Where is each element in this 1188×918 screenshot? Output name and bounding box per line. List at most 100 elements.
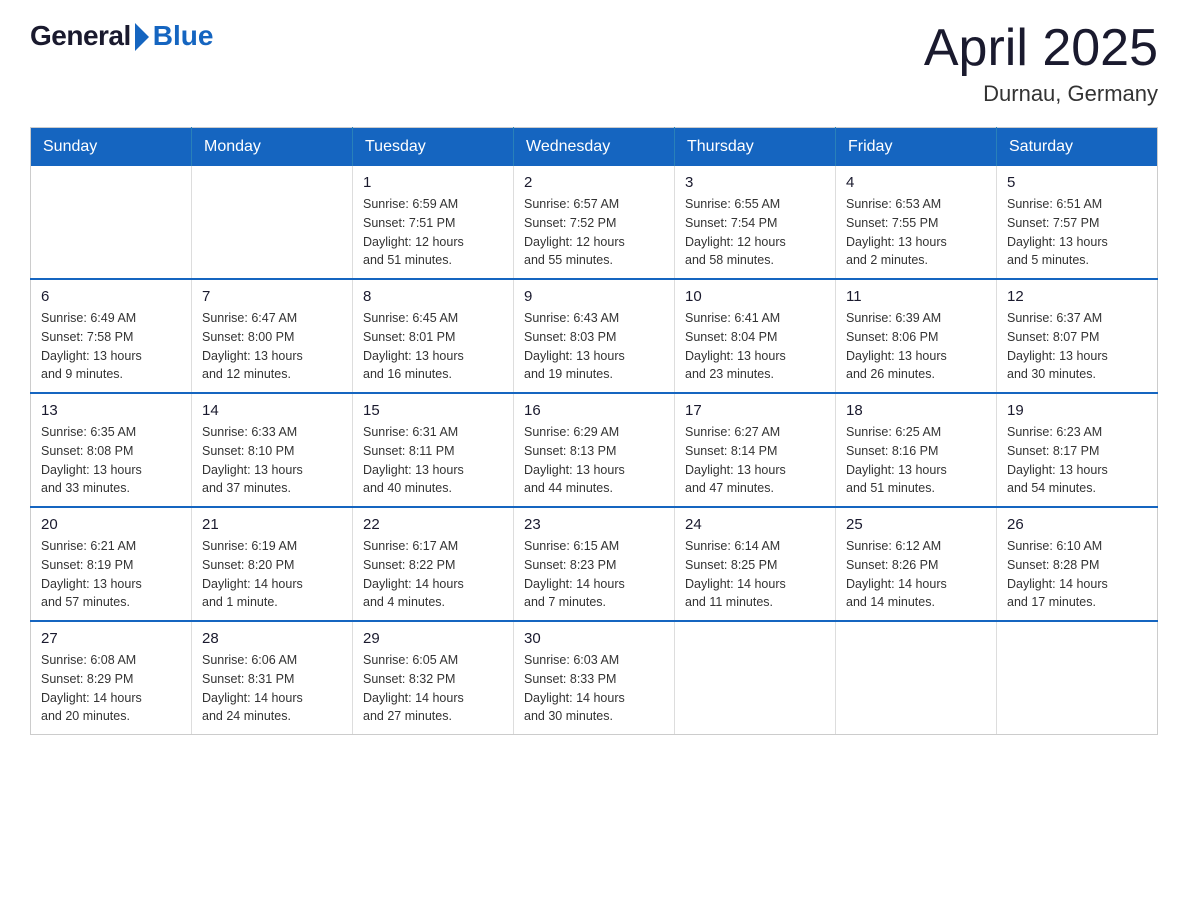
location: Durnau, Germany <box>924 81 1158 107</box>
day-number: 27 <box>41 630 181 647</box>
day-number: 22 <box>363 516 503 533</box>
calendar-cell: 29 Sunrise: 6:05 AMSunset: 8:32 PMDayligh… <box>353 621 514 735</box>
day-info: Sunrise: 6:27 AMSunset: 8:14 PMDaylight:… <box>685 423 825 498</box>
day-info: Sunrise: 6:10 AMSunset: 8:28 PMDaylight:… <box>1007 537 1147 612</box>
day-number: 30 <box>524 630 664 647</box>
calendar-cell: 5 Sunrise: 6:51 AMSunset: 7:57 PMDaylight… <box>997 166 1158 279</box>
day-number: 4 <box>846 174 986 191</box>
calendar-week-row: 6 Sunrise: 6:49 AMSunset: 7:58 PMDaylight… <box>31 279 1158 393</box>
calendar-day-header: Friday <box>836 128 997 167</box>
day-number: 23 <box>524 516 664 533</box>
calendar-cell: 27 Sunrise: 6:08 AMSunset: 8:29 PMDayligh… <box>31 621 192 735</box>
day-info: Sunrise: 6:43 AMSunset: 8:03 PMDaylight:… <box>524 309 664 384</box>
day-number: 2 <box>524 174 664 191</box>
calendar-day-header: Saturday <box>997 128 1158 167</box>
day-info: Sunrise: 6:21 AMSunset: 8:19 PMDaylight:… <box>41 537 181 612</box>
day-info: Sunrise: 6:17 AMSunset: 8:22 PMDaylight:… <box>363 537 503 612</box>
day-info: Sunrise: 6:55 AMSunset: 7:54 PMDaylight:… <box>685 195 825 270</box>
day-number: 21 <box>202 516 342 533</box>
day-info: Sunrise: 6:41 AMSunset: 8:04 PMDaylight:… <box>685 309 825 384</box>
day-info: Sunrise: 6:31 AMSunset: 8:11 PMDaylight:… <box>363 423 503 498</box>
day-number: 28 <box>202 630 342 647</box>
calendar-cell: 4 Sunrise: 6:53 AMSunset: 7:55 PMDaylight… <box>836 166 997 279</box>
calendar-cell: 22 Sunrise: 6:17 AMSunset: 8:22 PMDayligh… <box>353 507 514 621</box>
calendar-cell: 28 Sunrise: 6:06 AMSunset: 8:31 PMDayligh… <box>192 621 353 735</box>
calendar-cell: 16 Sunrise: 6:29 AMSunset: 8:13 PMDayligh… <box>514 393 675 507</box>
calendar-cell: 15 Sunrise: 6:31 AMSunset: 8:11 PMDayligh… <box>353 393 514 507</box>
calendar-cell <box>31 166 192 279</box>
day-info: Sunrise: 6:05 AMSunset: 8:32 PMDaylight:… <box>363 651 503 726</box>
logo-general-text: General <box>30 20 131 52</box>
day-info: Sunrise: 6:03 AMSunset: 8:33 PMDaylight:… <box>524 651 664 726</box>
calendar-cell: 10Sunrise: 6:41 AMSunset: 8:04 PMDayligh… <box>675 279 836 393</box>
day-info: Sunrise: 6:45 AMSunset: 8:01 PMDaylight:… <box>363 309 503 384</box>
day-number: 11 <box>846 288 986 305</box>
day-number: 16 <box>524 402 664 419</box>
day-info: Sunrise: 6:08 AMSunset: 8:29 PMDaylight:… <box>41 651 181 726</box>
day-info: Sunrise: 6:51 AMSunset: 7:57 PMDaylight:… <box>1007 195 1147 270</box>
day-info: Sunrise: 6:57 AMSunset: 7:52 PMDaylight:… <box>524 195 664 270</box>
calendar-cell <box>675 621 836 735</box>
day-info: Sunrise: 6:25 AMSunset: 8:16 PMDaylight:… <box>846 423 986 498</box>
day-info: Sunrise: 6:29 AMSunset: 8:13 PMDaylight:… <box>524 423 664 498</box>
day-info: Sunrise: 6:14 AMSunset: 8:25 PMDaylight:… <box>685 537 825 612</box>
calendar-cell: 1 Sunrise: 6:59 AMSunset: 7:51 PMDaylight… <box>353 166 514 279</box>
day-number: 29 <box>363 630 503 647</box>
day-info: Sunrise: 6:49 AMSunset: 7:58 PMDaylight:… <box>41 309 181 384</box>
day-info: Sunrise: 6:15 AMSunset: 8:23 PMDaylight:… <box>524 537 664 612</box>
day-number: 24 <box>685 516 825 533</box>
day-number: 20 <box>41 516 181 533</box>
calendar-week-row: 20 Sunrise: 6:21 AMSunset: 8:19 PMDayligh… <box>31 507 1158 621</box>
calendar-day-header: Wednesday <box>514 128 675 167</box>
calendar-week-row: 1 Sunrise: 6:59 AMSunset: 7:51 PMDaylight… <box>31 166 1158 279</box>
day-number: 6 <box>41 288 181 305</box>
day-number: 25 <box>846 516 986 533</box>
day-info: Sunrise: 6:39 AMSunset: 8:06 PMDaylight:… <box>846 309 986 384</box>
calendar-day-header: Tuesday <box>353 128 514 167</box>
day-number: 12 <box>1007 288 1147 305</box>
calendar-day-header: Sunday <box>31 128 192 167</box>
day-number: 15 <box>363 402 503 419</box>
calendar-day-header: Thursday <box>675 128 836 167</box>
calendar-table: SundayMondayTuesdayWednesdayThursdayFrid… <box>30 127 1158 735</box>
calendar-cell <box>836 621 997 735</box>
day-number: 9 <box>524 288 664 305</box>
calendar-cell: 8 Sunrise: 6:45 AMSunset: 8:01 PMDaylight… <box>353 279 514 393</box>
calendar-cell: 23 Sunrise: 6:15 AMSunset: 8:23 PMDayligh… <box>514 507 675 621</box>
day-info: Sunrise: 6:59 AMSunset: 7:51 PMDaylight:… <box>363 195 503 270</box>
day-info: Sunrise: 6:37 AMSunset: 8:07 PMDaylight:… <box>1007 309 1147 384</box>
day-number: 5 <box>1007 174 1147 191</box>
calendar-week-row: 13Sunrise: 6:35 AMSunset: 8:08 PMDayligh… <box>31 393 1158 507</box>
logo-blue-text: Blue <box>153 20 214 52</box>
day-number: 18 <box>846 402 986 419</box>
calendar-cell: 2 Sunrise: 6:57 AMSunset: 7:52 PMDaylight… <box>514 166 675 279</box>
day-info: Sunrise: 6:06 AMSunset: 8:31 PMDaylight:… <box>202 651 342 726</box>
calendar-cell: 20 Sunrise: 6:21 AMSunset: 8:19 PMDayligh… <box>31 507 192 621</box>
calendar-cell: 12 Sunrise: 6:37 AMSunset: 8:07 PMDayligh… <box>997 279 1158 393</box>
day-info: Sunrise: 6:12 AMSunset: 8:26 PMDaylight:… <box>846 537 986 612</box>
calendar-cell <box>997 621 1158 735</box>
day-info: Sunrise: 6:53 AMSunset: 7:55 PMDaylight:… <box>846 195 986 270</box>
calendar-cell: 11 Sunrise: 6:39 AMSunset: 8:06 PMDayligh… <box>836 279 997 393</box>
day-number: 3 <box>685 174 825 191</box>
calendar-cell: 14Sunrise: 6:33 AMSunset: 8:10 PMDayligh… <box>192 393 353 507</box>
calendar-cell: 24 Sunrise: 6:14 AMSunset: 8:25 PMDayligh… <box>675 507 836 621</box>
logo: General Blue <box>30 20 213 52</box>
calendar-cell: 17 Sunrise: 6:27 AMSunset: 8:14 PMDayligh… <box>675 393 836 507</box>
day-number: 8 <box>363 288 503 305</box>
calendar-header-row: SundayMondayTuesdayWednesdayThursdayFrid… <box>31 128 1158 167</box>
day-number: 14 <box>202 402 342 419</box>
day-info: Sunrise: 6:35 AMSunset: 8:08 PMDaylight:… <box>41 423 181 498</box>
title-block: April 2025 Durnau, Germany <box>924 20 1158 107</box>
month-title: April 2025 <box>924 20 1158 77</box>
day-number: 1 <box>363 174 503 191</box>
calendar-cell: 13Sunrise: 6:35 AMSunset: 8:08 PMDayligh… <box>31 393 192 507</box>
calendar-cell: 26Sunrise: 6:10 AMSunset: 8:28 PMDayligh… <box>997 507 1158 621</box>
day-number: 17 <box>685 402 825 419</box>
calendar-cell: 9 Sunrise: 6:43 AMSunset: 8:03 PMDaylight… <box>514 279 675 393</box>
logo-arrow-icon <box>135 23 149 51</box>
calendar-cell: 21Sunrise: 6:19 AMSunset: 8:20 PMDayligh… <box>192 507 353 621</box>
day-number: 7 <box>202 288 342 305</box>
calendar-cell: 19Sunrise: 6:23 AMSunset: 8:17 PMDayligh… <box>997 393 1158 507</box>
calendar-day-header: Monday <box>192 128 353 167</box>
